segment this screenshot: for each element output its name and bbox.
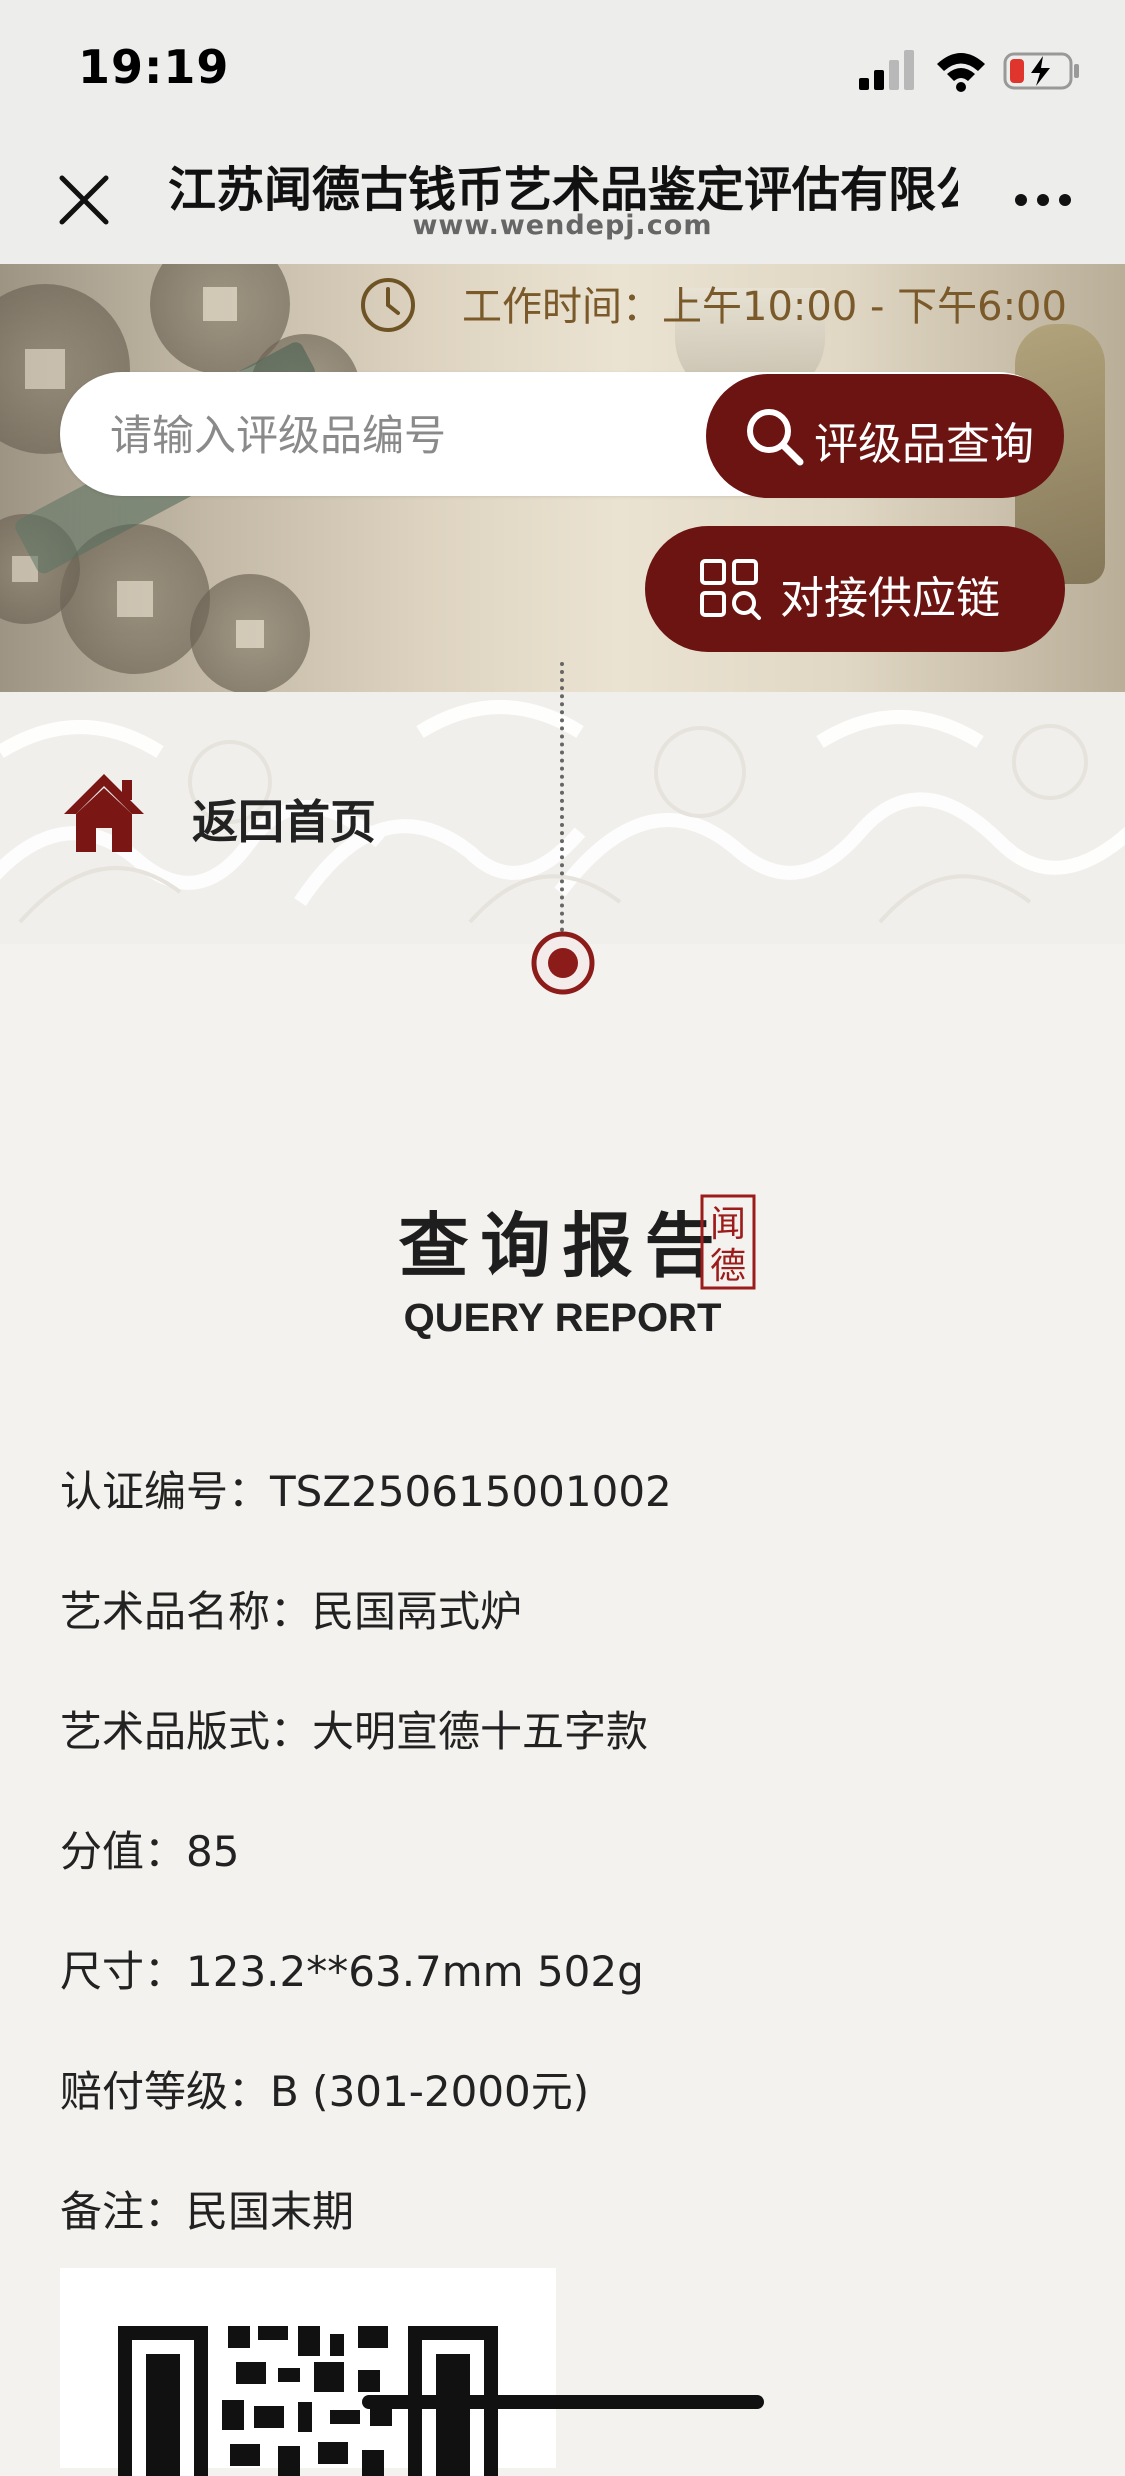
home-icon [64,774,144,852]
work-time: 工作时间：上午10:00 - 下午6:00 [462,284,1067,330]
clock-icon [361,278,415,332]
more-icon[interactable] [1013,190,1073,210]
query-button[interactable]: 评级品查询 [706,374,1064,498]
supply-chain-button[interactable]: 对接供应链 [645,526,1065,652]
coin-decoration [190,574,310,692]
qr-code [60,2268,556,2476]
status-bar: 19:19 [0,0,1125,132]
report-title-cn: 查询报告 [398,1204,727,1287]
battery-icon [1003,52,1079,90]
status-icons [857,48,1079,92]
field-compensation-level: 赔付等级：B (301-2000元) [60,2067,590,2116]
home-link[interactable]: 返回首页 [60,770,420,860]
seal-logo: 闻 德 [700,1194,756,1290]
grid-search-icon [700,559,761,620]
query-button-label: 评级品查询 [814,419,1034,470]
site-url: www.wendepj.com [412,210,713,241]
field-remark: 备注：民国末期 [60,2187,355,2236]
report-title: 查询报告 [0,1190,1125,1291]
status-time: 19:19 [78,40,230,94]
search-icon [747,409,804,466]
dotted-connector [560,662,568,932]
field-cert-number: 认证编号：TSZ250615001002 [60,1467,672,1516]
signal-icon [859,50,914,90]
report-title-en: QUERY REPORT [403,1296,722,1340]
pin-icon [531,931,595,995]
svg-text:德: 德 [710,1246,746,1287]
nav-bar: 江苏闻德古钱币艺术品鉴定评估有限公司 www.wendepj.com [0,132,1125,265]
home-indicator[interactable] [362,2395,764,2409]
field-artwork-style: 艺术品版式：大明宣德十五字款 [60,1707,649,1756]
wifi-icon [937,53,985,92]
svg-text:闻: 闻 [710,1204,746,1245]
search-input[interactable] [108,372,712,498]
field-score: 分值：85 [60,1827,240,1876]
supply-chain-button-label: 对接供应链 [780,573,1000,624]
field-size: 尺寸：123.2**63.7mm 502g [60,1947,644,1996]
field-artwork-name: 艺术品名称：民国鬲式炉 [60,1587,523,1636]
home-link-label: 返回首页 [192,795,376,849]
